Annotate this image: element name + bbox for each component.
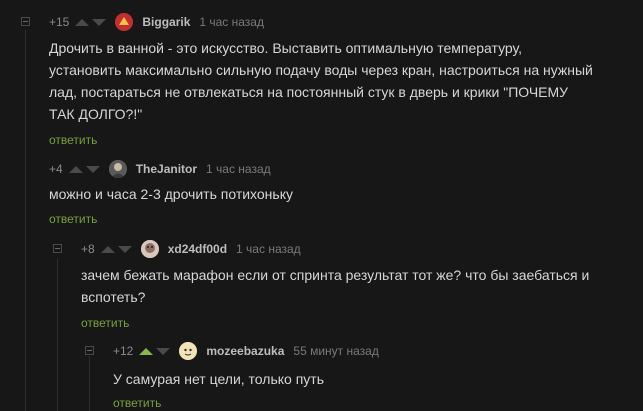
upvote-icon[interactable] bbox=[75, 18, 90, 26]
comment-author[interactable]: Biggarik bbox=[142, 15, 190, 29]
reply-link[interactable]: ответить bbox=[113, 396, 161, 410]
avatar[interactable] bbox=[115, 13, 134, 31]
comment-header: +12 mozeebazuka 55 минут назад bbox=[113, 342, 379, 360]
upvote-icon[interactable] bbox=[68, 165, 83, 173]
upvote-icon[interactable] bbox=[139, 347, 154, 355]
comment-time[interactable]: 55 минут назад bbox=[293, 344, 378, 358]
avatar[interactable] bbox=[108, 160, 127, 178]
comment-text: Дрочить в ванной - это искусство. Выстав… bbox=[49, 40, 593, 122]
comment-rating: +12 bbox=[113, 344, 134, 358]
thread-line bbox=[25, 30, 26, 411]
downvote-icon[interactable] bbox=[85, 165, 100, 173]
comment-header: +8 xd24df00d 1 час назад bbox=[81, 240, 301, 258]
avatar[interactable] bbox=[179, 342, 198, 360]
downvote-icon[interactable] bbox=[117, 245, 132, 253]
comment-text: можно и часа 2-3 дрочить потихоньку bbox=[49, 186, 293, 202]
comment-text: У самурая нет цели, только путь bbox=[113, 371, 324, 387]
comment-header: +4 TheJanitor 1 час назад bbox=[49, 160, 271, 178]
downvote-icon[interactable] bbox=[156, 347, 171, 355]
comment-time[interactable]: 1 час назад bbox=[199, 15, 264, 29]
reply-link[interactable]: ответить bbox=[81, 316, 129, 330]
comment-time[interactable]: 1 час назад bbox=[236, 242, 301, 256]
comment-rating: +15 bbox=[49, 15, 70, 29]
reply-link[interactable]: ответить bbox=[49, 133, 97, 147]
reply-link[interactable]: ответить bbox=[49, 212, 97, 226]
comment-rating: +8 bbox=[81, 242, 95, 256]
comment-author[interactable]: TheJanitor bbox=[136, 162, 197, 176]
collapse-button[interactable] bbox=[85, 346, 94, 355]
upvote-icon[interactable] bbox=[100, 245, 115, 253]
avatar[interactable] bbox=[140, 240, 159, 258]
comment-time[interactable]: 1 час назад bbox=[206, 162, 271, 176]
thread-line bbox=[89, 356, 90, 411]
comment-header: +15 Biggarik 1 час назад bbox=[49, 13, 264, 31]
comment-text: зачем бежать марафон если от спринта рез… bbox=[81, 267, 590, 305]
comment-rating: +4 bbox=[49, 162, 63, 176]
comment-author[interactable]: mozeebazuka bbox=[206, 344, 284, 358]
downvote-icon[interactable] bbox=[92, 18, 107, 26]
collapse-button[interactable] bbox=[21, 17, 30, 26]
thread-line bbox=[57, 258, 58, 411]
collapse-button[interactable] bbox=[53, 244, 62, 253]
comment-author[interactable]: xd24df00d bbox=[168, 242, 227, 256]
